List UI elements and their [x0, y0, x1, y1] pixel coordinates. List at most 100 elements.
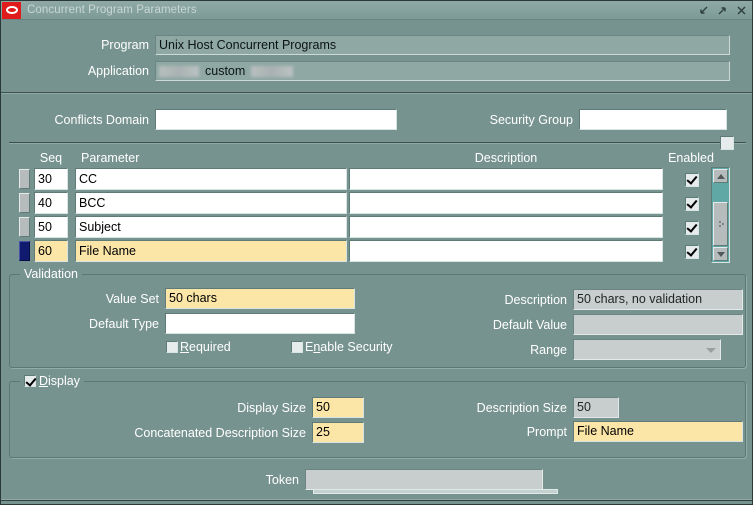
row-indicator-current[interactable]	[19, 241, 30, 261]
cell-parameter[interactable]: CC	[75, 168, 347, 190]
maximize-button[interactable]	[717, 5, 728, 16]
scroll-up-arrow-icon[interactable]	[713, 169, 728, 183]
grid-toggle-checkbox[interactable]	[720, 135, 734, 150]
concatenated-description-size-label: Concatenated Description Size	[134, 425, 306, 440]
minimize-button[interactable]	[698, 5, 709, 16]
row-indicator[interactable]	[19, 193, 30, 213]
default-value-row: Default Value	[421, 314, 743, 335]
security-group-input[interactable]	[579, 109, 727, 130]
conflicts-domain-label: Conflicts Domain	[54, 112, 149, 127]
chevron-down-icon	[706, 347, 716, 353]
conflicts-domain-row: Conflicts Domain	[1, 109, 397, 130]
column-header-seq: Seq	[39, 151, 63, 165]
cell-enabled[interactable]	[685, 172, 699, 187]
enabled-checkbox[interactable]	[685, 196, 699, 211]
application-value: custom	[205, 63, 246, 78]
row-indicator[interactable]	[19, 217, 30, 237]
cell-description[interactable]	[349, 168, 663, 190]
conflicts-domain-input[interactable]	[155, 109, 397, 130]
cell-parameter[interactable]: BCC	[75, 192, 347, 214]
prompt-label: Prompt	[526, 424, 567, 439]
column-header-description: Description	[474, 151, 538, 165]
enable-security-checkbox-group[interactable]: Enable Security	[291, 340, 393, 354]
grid-top-divider	[9, 142, 746, 144]
required-checkbox-group[interactable]: Required	[166, 340, 231, 354]
default-type-label: Default Type	[89, 316, 159, 331]
range-select	[573, 339, 721, 360]
column-header-parameter: Parameter	[81, 151, 140, 165]
application-label: Application	[87, 64, 149, 78]
cell-seq[interactable]: 50	[34, 216, 68, 238]
display-size-row: Display Size 50	[1, 397, 364, 418]
security-group-label: Security Group	[489, 112, 573, 127]
display-groupbox: Display	[9, 374, 746, 458]
table-row[interactable]: 50 Subject	[1, 216, 752, 240]
window-titlebar: Concurrent Program Parameters	[1, 1, 752, 20]
oracle-logo-icon	[2, 1, 21, 19]
prompt-input[interactable]: File Name	[573, 421, 743, 442]
table-row[interactable]: 60 File Name	[1, 240, 752, 264]
cell-parameter[interactable]: Subject	[75, 216, 347, 238]
window-title: Concurrent Program Parameters	[27, 4, 197, 16]
prompt-row: Prompt File Name	[421, 421, 743, 442]
required-label: Required	[180, 340, 231, 354]
column-header-enabled: Enabled	[668, 151, 714, 165]
token-field	[305, 469, 543, 490]
display-group-title: Display	[20, 374, 84, 388]
concatenated-description-size-row: Concatenated Description Size 25	[1, 422, 364, 443]
cell-seq[interactable]: 40	[34, 192, 68, 214]
cell-description[interactable]	[349, 216, 663, 238]
security-group-row: Security Group	[431, 109, 727, 130]
grid-vertical-scrollbar[interactable]	[711, 167, 730, 263]
enabled-checkbox[interactable]	[685, 172, 699, 187]
validation-group-title: Validation	[20, 267, 82, 281]
cell-seq[interactable]: 30	[34, 168, 68, 190]
parameters-grid: 30 CC 40 BCC 50 Subject 60 File Name	[1, 168, 752, 264]
value-set-input[interactable]: 50 chars	[165, 288, 355, 309]
token-label: Token	[265, 472, 299, 487]
table-row[interactable]: 30 CC	[1, 168, 752, 192]
description-size-row: Description Size 50	[421, 397, 619, 418]
program-field[interactable]: Unix Host Concurrent Programs	[155, 35, 730, 55]
display-size-input[interactable]: 50	[312, 397, 364, 418]
default-value-label: Default Value	[492, 317, 567, 332]
table-row[interactable]: 40 BCC	[1, 192, 752, 216]
scroll-down-arrow-icon[interactable]	[713, 247, 728, 261]
concurrent-program-parameters-window: Concurrent Program Parameters Program Un…	[0, 0, 753, 505]
header-divider	[1, 92, 752, 94]
row-indicator[interactable]	[19, 169, 30, 189]
bottom-progress-sliver	[313, 489, 558, 494]
cell-enabled[interactable]	[685, 220, 699, 235]
bottom-divider	[1, 499, 752, 501]
cell-seq[interactable]: 60	[34, 240, 68, 262]
cell-parameter[interactable]: File Name	[75, 240, 347, 262]
enable-security-label: Enable Security	[305, 340, 393, 354]
application-redaction-right	[251, 65, 294, 77]
range-row: Range	[421, 339, 721, 360]
application-redaction-left	[159, 65, 199, 77]
display-checkbox[interactable]	[24, 375, 36, 387]
range-label: Range	[530, 342, 567, 357]
window-controls	[698, 5, 747, 16]
scroll-thumb-grip-icon	[719, 221, 724, 227]
display-size-label: Display Size	[237, 400, 306, 415]
cell-enabled[interactable]	[685, 244, 699, 259]
default-type-input[interactable]	[165, 313, 355, 334]
enable-security-checkbox[interactable]	[291, 341, 303, 353]
cell-description[interactable]	[349, 192, 663, 214]
application-field[interactable]: custom	[155, 61, 730, 81]
scroll-thumb[interactable]	[713, 202, 728, 246]
token-row: Token	[1, 469, 543, 490]
header-fields-area: Program Unix Host Concurrent Programs Ap…	[1, 20, 752, 92]
display-group-label: Display	[39, 374, 80, 388]
cell-description[interactable]	[349, 240, 663, 262]
cell-enabled[interactable]	[685, 196, 699, 211]
description-size-label: Description Size	[476, 400, 567, 415]
close-button[interactable]	[736, 5, 747, 16]
enabled-checkbox[interactable]	[685, 220, 699, 235]
default-type-row: Default Type	[1, 313, 355, 334]
default-value-field	[573, 314, 743, 335]
enabled-checkbox[interactable]	[685, 244, 699, 259]
required-checkbox[interactable]	[166, 341, 178, 353]
concatenated-description-size-input[interactable]: 25	[312, 422, 364, 443]
